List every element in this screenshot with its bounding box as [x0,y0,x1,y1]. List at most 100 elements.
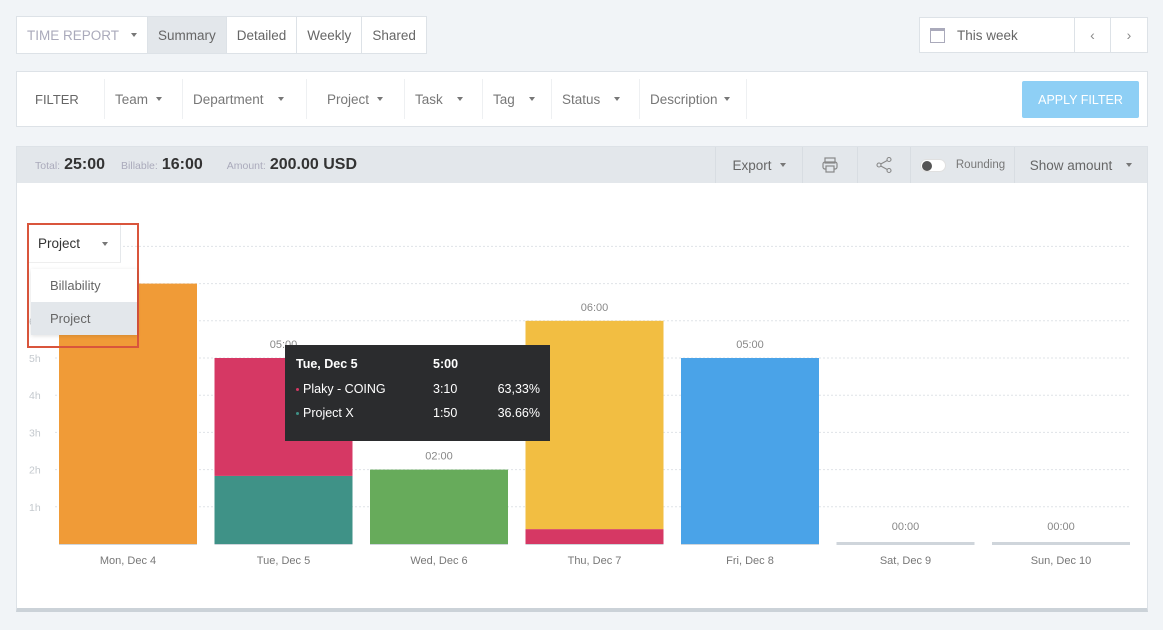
tooltip-row-name: Project X [303,406,354,420]
x-tick-label: Mon, Dec 4 [100,555,156,567]
legend-dot-icon [296,388,299,392]
print-icon [822,157,838,173]
filter-status-label: Status [562,91,601,107]
y-tick-label: 5h [29,353,41,365]
filter-department[interactable]: Department [183,79,307,119]
show-amount-select[interactable]: Show amount [1014,147,1147,183]
filter-department-label: Department [193,91,264,107]
chart-svg: 1h2h3h4h5h6hMon, Dec 405:00Tue, Dec 502:… [29,245,1130,567]
tab-detailed[interactable]: Detailed [227,17,298,53]
chevron-down-icon [1126,163,1133,167]
amount-label: Amount: [226,160,266,172]
tooltip-row-time: 1:50 [433,406,458,420]
chevron-down-icon [723,97,730,101]
group-by-select[interactable]: Project [29,225,121,263]
filter-task[interactable]: Task [405,79,483,119]
bar-total-label: 05:00 [736,339,764,351]
report-type-select[interactable]: TIME REPORT [17,17,148,53]
tooltip-header: Tue, Dec 5 5:00 [296,357,540,371]
amount-value: 200.00 USD [269,156,358,173]
x-tick-label: Thu, Dec 7 [568,555,622,567]
filter-tag[interactable]: Tag [483,79,552,119]
filter-description-label: Description [650,91,718,107]
toggle-switch[interactable] [919,158,946,172]
bar-tooltip: Tue, Dec 5 5:00 Plaky - COING 3:10 63,33… [285,345,550,441]
filter-project-label: Project [327,91,370,107]
bar-baseline [992,542,1130,545]
billable-value: 16:00 [161,156,203,173]
billable-label: Billable: [121,160,158,172]
summary-header: Total: 25:00 Billable: 16:00 Amount: 200… [17,147,1147,183]
chevron-down-icon [156,97,163,101]
chevron-down-icon [277,97,284,101]
group-by-option-billability[interactable]: Billability [31,269,137,302]
x-tick-label: Wed, Dec 6 [410,555,467,567]
next-week-button[interactable]: › [1111,18,1147,52]
prev-week-button[interactable]: ‹ [1075,18,1111,52]
tooltip-row: Plaky - COING 3:10 63,33% [296,382,540,396]
share-button[interactable] [857,147,910,183]
rounding-label: Rounding [955,159,1006,171]
bar-segment [370,469,508,544]
bar-segment [525,529,664,544]
chevron-down-icon [528,97,535,101]
date-range-select[interactable]: This week [920,18,1075,52]
chevron-down-icon [614,97,621,101]
filter-status[interactable]: Status [552,79,640,119]
report-toolbar: Export Rounding Show amount [715,147,1147,183]
tooltip-row: Project X 1:50 36.66% [296,406,540,420]
y-tick-label: 4h [29,390,41,402]
export-label: Export [732,157,772,173]
bar-segment [681,358,819,544]
group-by-option-project[interactable]: Project [31,302,137,335]
date-range-picker: This week ‹ › [919,17,1148,53]
filter-bar: FILTER Team Department Project Task Tag … [16,71,1148,127]
rounding-toggle[interactable]: Rounding [910,147,1014,183]
tooltip-date: Tue, Dec 5 [296,357,358,371]
filter-team[interactable]: Team [105,79,183,119]
totals: Total: 25:00 Billable: 16:00 Amount: 200… [17,156,369,174]
report-tabs: TIME REPORT Summary Detailed Weekly Shar… [16,16,427,54]
chevron-down-icon [377,97,384,101]
legend-dot-icon [296,412,299,416]
total-value: 25:00 [64,156,106,173]
share-icon [876,156,892,174]
report-panel: Total: 25:00 Billable: 16:00 Amount: 200… [16,146,1148,612]
tab-summary[interactable]: Summary [148,17,227,53]
tab-shared[interactable]: Shared [362,17,426,53]
total-label: Total: [35,160,61,172]
print-button[interactable] [802,147,857,183]
tooltip-row-name: Plaky - COING [303,382,386,396]
bar-total-label: 00:00 [1047,521,1075,533]
x-tick-label: Fri, Dec 8 [726,555,774,567]
y-tick-label: 3h [29,427,41,439]
y-tick-label: 2h [29,465,41,477]
filter-project[interactable]: Project [307,79,405,119]
tab-weekly[interactable]: Weekly [297,17,363,53]
bar-chart: 1h2h3h4h5h6hMon, Dec 405:00Tue, Dec 502:… [17,183,1147,609]
filter-description[interactable]: Description [640,79,747,119]
filter-label: FILTER [17,79,105,119]
x-tick-label: Sun, Dec 10 [1031,555,1092,567]
x-tick-label: Tue, Dec 5 [257,555,310,567]
tooltip-row-percent: 63,33% [497,382,540,396]
group-by-dropdown: Project Billability Project [27,223,139,348]
y-tick-label: 1h [29,502,41,514]
filter-team-label: Team [115,91,149,107]
show-amount-label: Show amount [1029,157,1113,173]
x-tick-label: Sat, Dec 9 [880,555,931,567]
date-range-label: This week [957,27,1018,43]
chevron-down-icon [779,163,786,167]
tooltip-total: 5:00 [433,357,459,371]
chevron-down-icon [131,33,137,37]
tooltip-row-time: 3:10 [433,382,458,396]
export-button[interactable]: Export [715,147,802,183]
bar-total-label: 02:00 [425,451,453,463]
chevron-down-icon [102,241,109,246]
apply-filter-button[interactable]: APPLY FILTER [1022,81,1139,118]
filter-task-label: Task [415,91,443,107]
chevron-down-icon [456,97,463,101]
bar-baseline [836,542,975,545]
report-type-label: TIME REPORT [27,27,120,43]
filter-tag-label: Tag [493,91,515,107]
